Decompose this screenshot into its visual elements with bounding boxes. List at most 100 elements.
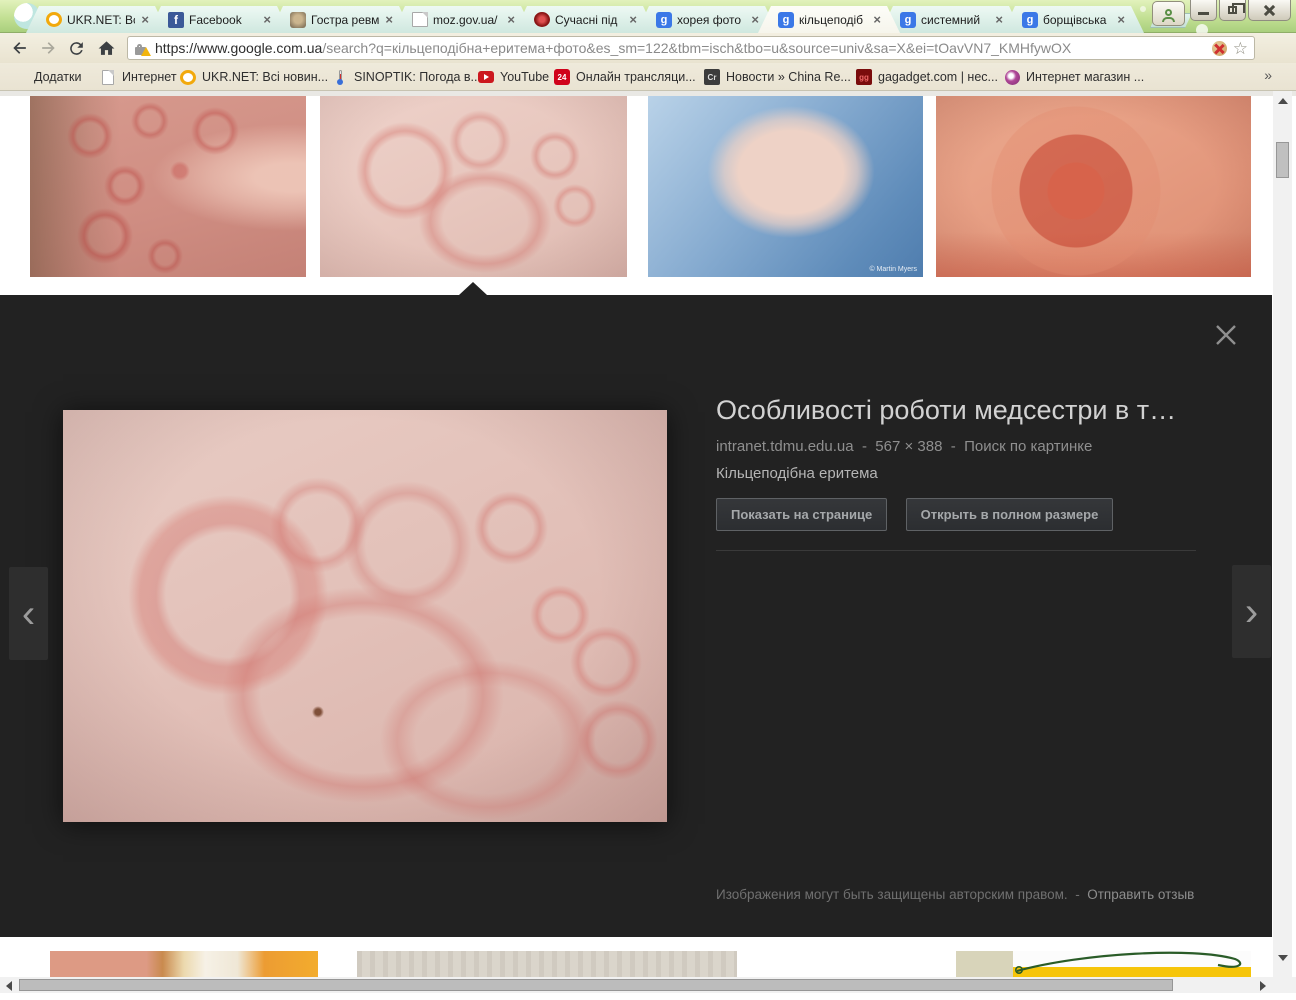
preview-title[interactable]: Особливості роботи медсестри в т… <box>716 395 1196 426</box>
image-dimensions: 567 × 388 <box>875 438 943 455</box>
tab-close-icon[interactable]: × <box>506 13 516 26</box>
bookmark-sinoptik[interactable]: SINOPTIK: Погода в... <box>332 67 481 87</box>
bookmark-ukrnet[interactable]: UKR.NET: Всі новин... <box>180 67 328 87</box>
preview-meta: intranet.tdmu.edu.ua - 567 × 388 - Поиск… <box>716 438 1093 455</box>
tab-facebook[interactable]: f Facebook × <box>148 6 290 33</box>
bookmark-online-broadcast[interactable]: 24 Онлайн трансляци... <box>554 67 696 87</box>
bookmark-label: gagadget.com | нес... <box>878 70 998 84</box>
bottom-thumbnail-3[interactable] <box>956 951 1251 977</box>
close-icon <box>1263 4 1276 17</box>
google-favicon: g <box>900 12 916 28</box>
image-preview-panel: ‹ › Особливості роботи медсестри в т… in… <box>0 295 1272 937</box>
tab-close-icon[interactable]: × <box>140 13 150 26</box>
next-image-button[interactable]: › <box>1232 565 1271 658</box>
preview-image[interactable] <box>63 410 667 822</box>
ukrnet-icon <box>180 69 196 85</box>
forward-button[interactable] <box>36 36 60 60</box>
tab-label: Сучасні під <box>555 12 618 27</box>
bookmark-label: UKR.NET: Всі новин... <box>202 70 329 84</box>
window-minimize-button[interactable] <box>1190 0 1217 21</box>
apps-grid-icon <box>12 69 28 85</box>
bookmarks-overflow-chevron[interactable]: » <box>1264 67 1272 83</box>
bookmark-gagadget[interactable]: gg gagadget.com | нес... <box>856 67 998 87</box>
china-review-icon: Cr <box>704 69 720 85</box>
send-feedback-link[interactable]: Отправить отзыв <box>1087 887 1194 902</box>
scroll-left-arrow[interactable] <box>6 981 12 991</box>
bottom-thumbnail-2[interactable] <box>357 951 737 977</box>
result-thumbnail-2-selected[interactable] <box>320 96 627 277</box>
google-favicon: g <box>778 12 794 28</box>
tab-close-icon[interactable]: × <box>384 13 394 26</box>
tab-close-icon[interactable]: × <box>750 13 760 26</box>
restore-icon <box>1228 3 1245 14</box>
tab-borshchivska[interactable]: g борщівська × <box>1002 6 1144 33</box>
tv24-icon: 24 <box>554 69 570 85</box>
bookmark-youtube[interactable]: YouTube <box>478 67 549 87</box>
tab-label: кільцеподіб <box>799 12 864 27</box>
page-icon <box>102 69 114 85</box>
tab-gostra-revm[interactable]: Гостра ревм × <box>270 6 412 33</box>
preview-caption: Кільцеподібна еритема <box>716 465 878 482</box>
tab-ukrnet[interactable]: UKR.NET: Вс × <box>26 6 168 33</box>
home-button[interactable] <box>94 36 118 60</box>
selected-thumbnail-pointer <box>459 282 487 295</box>
show-on-page-button[interactable]: Показать на странице <box>716 498 888 531</box>
scroll-right-arrow[interactable] <box>1260 981 1266 991</box>
tab-kiltsepodibna-active[interactable]: g кільцеподіб × <box>758 6 900 33</box>
tab-close-icon[interactable]: × <box>994 13 1004 26</box>
result-thumbnail-1[interactable] <box>30 96 306 277</box>
back-button[interactable] <box>8 36 32 60</box>
emblem-favicon <box>290 12 306 28</box>
tab-close-icon[interactable]: × <box>872 13 882 26</box>
tab-khoreia-foto[interactable]: g хорея фото × <box>636 6 778 33</box>
profile-button[interactable] <box>1152 1 1185 26</box>
tab-systemnyi[interactable]: g системний × <box>880 6 1022 33</box>
reload-button[interactable] <box>64 36 88 60</box>
vertical-scrollbar[interactable] <box>1273 91 1292 977</box>
horizontal-scrollbar[interactable] <box>0 977 1296 993</box>
browser-toolbar: https://www.google.com.ua/search?q=кільц… <box>0 33 1296 89</box>
tab-close-icon[interactable]: × <box>262 13 272 26</box>
window-close-button[interactable] <box>1248 0 1291 21</box>
bottom-thumbnail-1[interactable] <box>50 951 318 977</box>
window-restore-button[interactable] <box>1219 0 1246 21</box>
bookmark-internet[interactable]: Интернет <box>100 67 177 87</box>
cookie-blocked-icon[interactable] <box>1211 40 1227 56</box>
page-content: © Martin Myers ‹ › Особливості роботи ме… <box>0 91 1296 977</box>
tab-label: moz.gov.ua/ <box>433 12 498 27</box>
vertical-scroll-thumb[interactable] <box>1276 142 1289 178</box>
scroll-down-arrow[interactable] <box>1278 955 1288 961</box>
bookmark-apps[interactable]: Додатки <box>12 67 81 87</box>
person-icon <box>1165 9 1172 16</box>
thermometer-icon <box>337 69 343 85</box>
bookmark-label: Додатки <box>34 70 82 84</box>
bookmark-china-news[interactable]: Cr Новости » China Re... <box>704 67 851 87</box>
bookmark-internet-shop[interactable]: Интернет магазин ... <box>1004 67 1144 87</box>
bookmark-label: Интернет магазин ... <box>1026 70 1145 84</box>
bookmark-star-icon[interactable]: ☆ <box>1233 40 1248 57</box>
theme-decoration <box>1140 6 1146 12</box>
panel-close-button[interactable] <box>1204 313 1248 357</box>
source-domain: intranet.tdmu.edu.ua <box>716 438 854 455</box>
result-thumbnail-3[interactable]: © Martin Myers <box>648 96 923 277</box>
url-host: https://www.google.com.ua <box>155 40 323 56</box>
horizontal-scroll-thumb[interactable] <box>19 979 1173 991</box>
tab-label: Facebook <box>189 12 242 27</box>
copyright-line: Изображения могут быть защищены авторски… <box>716 887 1195 902</box>
tab-label: борщівська <box>1043 12 1107 27</box>
address-bar[interactable]: https://www.google.com.ua/search?q=кільц… <box>127 36 1255 60</box>
tab-close-icon[interactable]: × <box>1116 13 1126 26</box>
previous-image-button[interactable]: ‹ <box>9 567 48 660</box>
bookmark-label: Новости » China Re... <box>726 70 851 84</box>
result-thumbnail-4[interactable] <box>936 96 1251 277</box>
open-full-size-button[interactable]: Открыть в полном размере <box>905 498 1114 531</box>
tab-moz-gov-ua[interactable]: moz.gov.ua/ × <box>392 6 534 33</box>
tab-bar: UKR.NET: Вс × f Facebook × Гостра ревм ×… <box>0 0 1296 36</box>
search-by-image-link[interactable]: Поиск по картинке <box>964 438 1092 455</box>
scroll-up-arrow[interactable] <box>1278 98 1288 104</box>
tab-label: Гостра ревм <box>311 12 380 27</box>
url-text[interactable]: https://www.google.com.ua/search?q=кільц… <box>155 40 1206 56</box>
tab-close-icon[interactable]: × <box>628 13 638 26</box>
tab-suchasni[interactable]: Сучасні під × <box>514 6 656 33</box>
ssl-warning-lock-icon[interactable] <box>134 41 151 56</box>
